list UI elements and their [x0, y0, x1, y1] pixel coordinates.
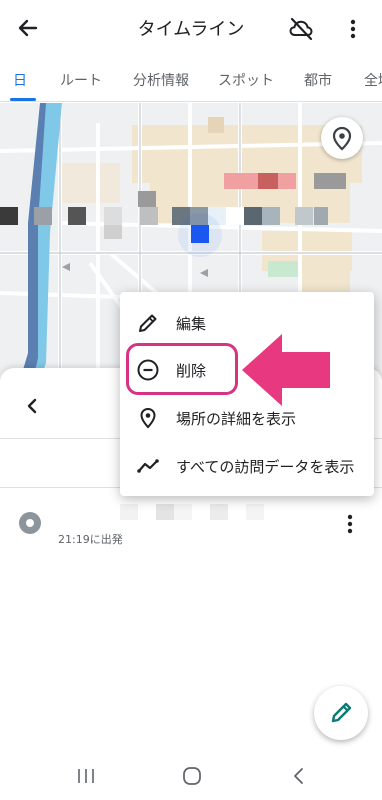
arrow-left-annotation-icon [242, 334, 330, 406]
location-pin-icon [136, 406, 160, 430]
cloud-sync-button[interactable] [286, 14, 316, 44]
chevron-left-icon [27, 398, 37, 414]
pencil-icon [136, 311, 160, 335]
menu-item-label: すべての訪問データを表示 [176, 458, 355, 476]
back-chevron-icon [294, 768, 303, 784]
visit-dot-icon [19, 512, 41, 534]
annotation-arrow [240, 332, 332, 408]
home-button[interactable] [181, 765, 203, 787]
tab-world[interactable]: 全域 [364, 70, 382, 90]
tab-spots[interactable]: スポット [218, 70, 274, 90]
app-bar: タイムライン [0, 0, 382, 56]
visit-more-button[interactable] [340, 512, 360, 536]
more-vert-icon [350, 19, 356, 39]
tab-bar: 日 ルート 分析情報 スポット 都市 全域 [0, 56, 382, 102]
active-tab-indicator [10, 98, 36, 101]
delete-highlight-frame [126, 343, 238, 395]
pencil-icon [331, 702, 352, 723]
visit-departure-time: 21:19に出発 [58, 533, 123, 546]
overflow-menu-button[interactable] [341, 14, 365, 44]
tab-day[interactable]: 日 [13, 70, 27, 90]
page-title: タイムライン [137, 19, 245, 40]
recent-apps-icon [78, 769, 94, 783]
map-location-button[interactable] [321, 117, 363, 159]
edit-fab[interactable] [314, 686, 368, 740]
visit-entry-icon [18, 511, 42, 535]
tab-cities[interactable]: 都市 [304, 70, 332, 90]
system-back-button[interactable] [288, 765, 310, 787]
previous-day-button[interactable] [20, 394, 44, 418]
redacted-place-name-pixels [120, 504, 264, 520]
home-icon [183, 767, 201, 785]
redacted-place-name [120, 504, 310, 520]
trend-line-icon [136, 454, 160, 478]
cloud-off-icon [289, 17, 313, 41]
location-pin-icon [332, 126, 352, 151]
tab-route[interactable]: ルート [60, 70, 102, 90]
tab-insights[interactable]: 分析情報 [133, 70, 189, 90]
recent-apps-button[interactable] [75, 765, 97, 787]
menu-item-label: 場所の詳細を表示 [176, 410, 297, 428]
more-vert-icon [347, 514, 353, 534]
menu-item-all-visits[interactable]: すべての訪問データを表示 [120, 444, 374, 488]
menu-item-label: 編集 [176, 315, 207, 333]
